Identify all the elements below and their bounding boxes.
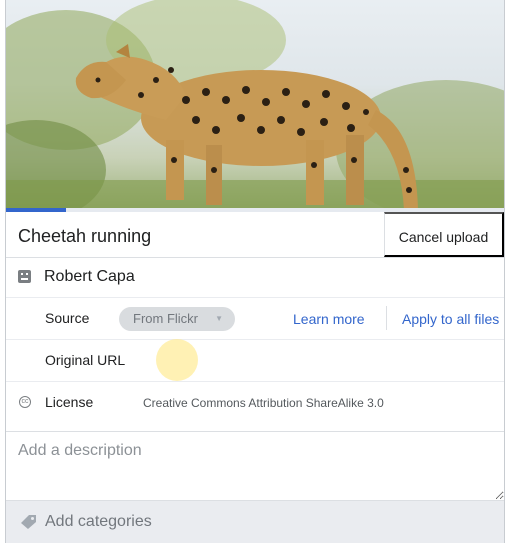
license-row: cc License Creative Commons Attribution … — [6, 382, 504, 432]
categories-row[interactable]: Add categories — [6, 500, 504, 543]
source-row: Source From Flickr ▼ Learn more Apply to… — [6, 298, 504, 340]
cheetah-photo — [6, 0, 504, 210]
license-value[interactable]: Creative Commons Attribution ShareAlike … — [143, 396, 384, 410]
source-label: Source — [45, 310, 90, 326]
upload-title[interactable]: Cheetah running — [18, 226, 151, 247]
source-select[interactable]: From Flickr ▼ — [119, 307, 235, 331]
original-url-row[interactable]: Original URL — [6, 340, 504, 382]
original-url-label: Original URL — [45, 352, 126, 368]
author-name: Robert Capa — [44, 268, 135, 285]
author-row: Robert Capa — [6, 258, 504, 298]
add-categories-label: Add categories — [45, 513, 152, 530]
chevron-down-icon: ▼ — [215, 314, 223, 323]
divider — [386, 306, 387, 330]
title-row: Cheetah running Cancel upload — [6, 212, 504, 258]
upload-card: Cheetah running Cancel upload Robert Cap… — [5, 0, 505, 543]
cursor-highlight — [156, 339, 198, 381]
description-row — [6, 432, 504, 500]
learn-more-link[interactable]: Learn more — [293, 311, 365, 327]
tag-icon — [21, 515, 36, 529]
upload-thumbnail — [6, 0, 504, 210]
apply-to-all-files-link[interactable]: Apply to all files — [402, 311, 499, 327]
license-label: License — [45, 394, 94, 410]
source-select-value: From Flickr — [133, 311, 198, 326]
license-icon: cc — [19, 396, 31, 408]
author-icon — [18, 270, 31, 283]
cancel-upload-button[interactable]: Cancel upload — [384, 212, 504, 257]
description-input[interactable] — [6, 432, 504, 500]
